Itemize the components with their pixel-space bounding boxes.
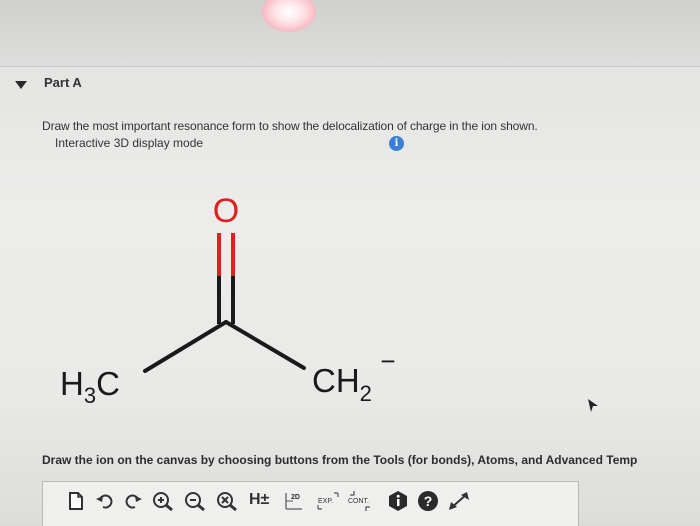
- new-document-icon[interactable]: [67, 490, 85, 512]
- left-methyl-group: H3C: [60, 365, 120, 408]
- redo-icon[interactable]: [123, 490, 143, 512]
- zoom-out-icon[interactable]: [183, 490, 207, 512]
- right-group-ch: CH: [312, 362, 360, 399]
- oxygen-atom: O: [213, 192, 239, 230]
- hydrogen-charge-button[interactable]: H±: [249, 491, 269, 513]
- right-methylene-group: CH2: [312, 362, 372, 406]
- contract-button[interactable]: CONT.: [347, 490, 373, 512]
- canvas-instruction: Draw the ion on the canvas by choosing b…: [42, 453, 638, 467]
- left-group-carbon: C: [96, 365, 120, 402]
- molecule-structure: O H3C CH2 −: [60, 192, 396, 408]
- help-label: ?: [424, 493, 433, 509]
- left-group-subscript: 3: [84, 383, 96, 408]
- zoom-reset-icon[interactable]: [215, 490, 239, 512]
- bond-right: [224, 320, 306, 370]
- 2d-label: 2D: [291, 494, 300, 501]
- info-hexagon-icon[interactable]: [387, 490, 409, 512]
- bond-left: [143, 320, 228, 373]
- 2d-view-button[interactable]: 2D: [283, 490, 305, 512]
- undo-icon[interactable]: [95, 490, 115, 512]
- left-group-h: H: [60, 365, 84, 402]
- help-icon[interactable]: ?: [417, 490, 439, 512]
- mouse-cursor-icon: [588, 399, 598, 412]
- cont-label: CONT.: [348, 498, 369, 505]
- expand-button[interactable]: EXP.: [315, 490, 341, 512]
- exp-label: EXP.: [318, 498, 333, 505]
- fullscreen-icon[interactable]: [447, 490, 471, 512]
- zoom-in-icon[interactable]: [151, 490, 175, 512]
- right-group-subscript: 2: [360, 381, 372, 406]
- drawing-toolbar: H± 2D EXP. CONT. ?: [42, 481, 579, 526]
- negative-charge: −: [380, 346, 395, 376]
